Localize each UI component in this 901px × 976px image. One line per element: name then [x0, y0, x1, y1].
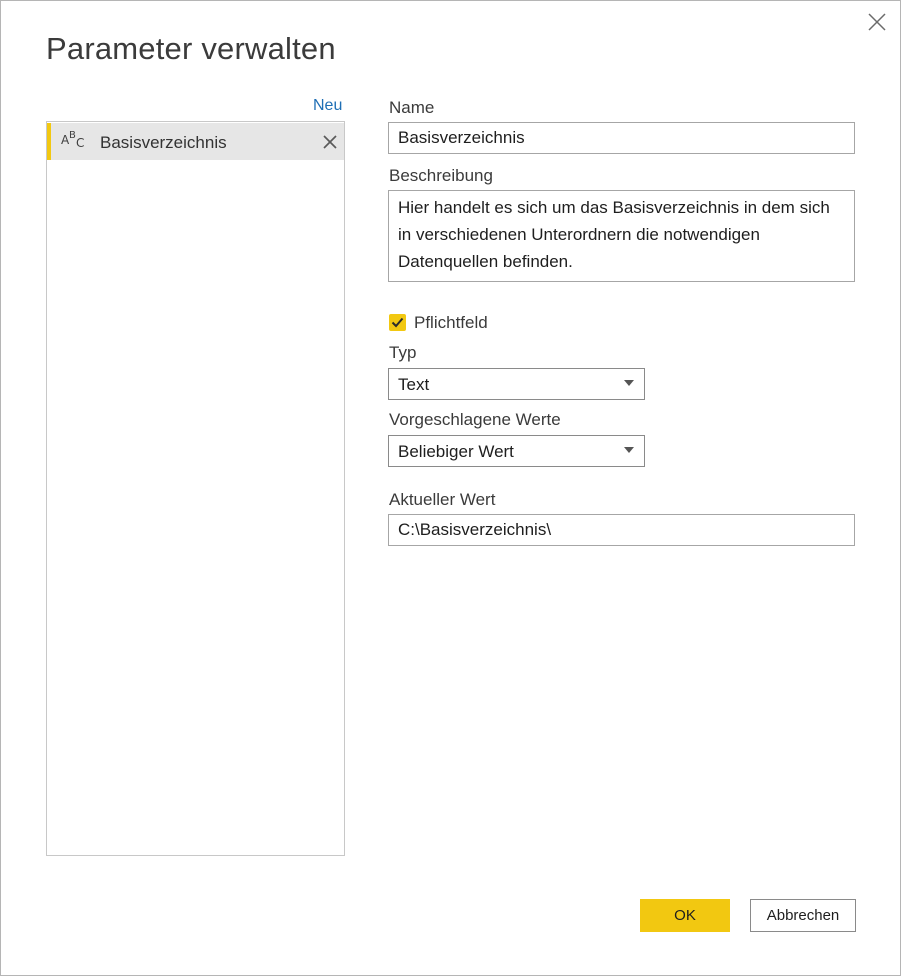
delete-icon[interactable] [321, 133, 339, 151]
parameter-list: A B C Basisverzeichnis [46, 121, 345, 856]
manage-parameters-dialog: Parameter verwalten Neu A B C Basisverze… [0, 0, 901, 976]
suggested-values-select-value: Beliebiger Wert [398, 442, 514, 461]
type-label: Typ [389, 343, 417, 362]
dropdown-arrow-icon [624, 447, 634, 453]
description-label: Beschreibung [389, 166, 493, 185]
required-checkbox[interactable] [389, 314, 406, 331]
new-parameter-link[interactable]: Neu [313, 97, 342, 115]
dropdown-arrow-icon [624, 380, 634, 386]
ok-button[interactable]: OK [640, 899, 730, 932]
close-icon[interactable] [865, 10, 889, 34]
name-label: Name [389, 98, 435, 117]
dialog-title: Parameter verwalten [46, 31, 336, 66]
cancel-button[interactable]: Abbrechen [750, 899, 856, 932]
text-type-icon: A B C [61, 130, 85, 150]
suggested-values-label: Vorgeschlagene Werte [389, 410, 561, 429]
current-value-label: Aktueller Wert [389, 490, 496, 509]
parameter-list-item[interactable]: A B C Basisverzeichnis [47, 123, 344, 160]
current-value-input[interactable] [388, 514, 855, 546]
checkmark-icon [391, 317, 404, 328]
type-select[interactable]: Text [388, 368, 645, 400]
parameter-list-item-label: Basisverzeichnis [100, 133, 227, 152]
description-textarea[interactable]: Hier handelt es sich um das Basisverzeic… [388, 190, 855, 282]
name-input[interactable] [388, 122, 855, 154]
type-select-value: Text [398, 375, 430, 394]
suggested-values-select[interactable]: Beliebiger Wert [388, 435, 645, 467]
required-label: Pflichtfeld [414, 313, 488, 332]
